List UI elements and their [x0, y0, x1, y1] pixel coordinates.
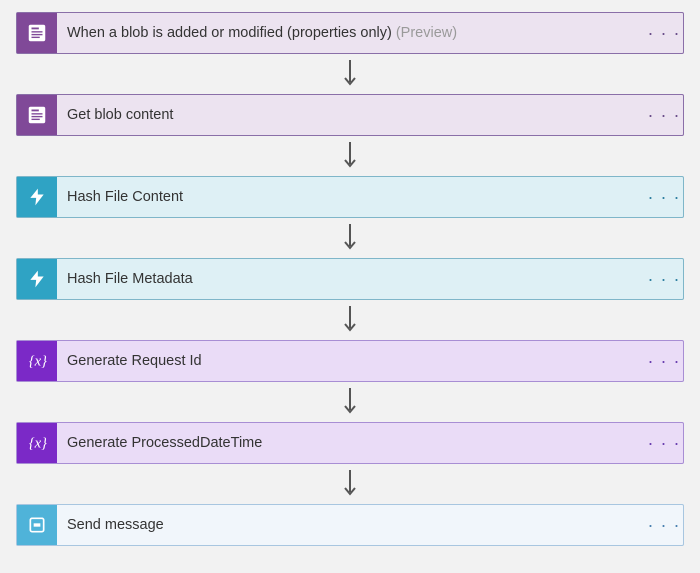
flow-arrow: [342, 300, 358, 340]
bolt-icon: [17, 177, 57, 217]
flow-step-send-message[interactable]: Send message · · ·: [16, 504, 684, 546]
flow-step-hash-metadata[interactable]: Hash File Metadata · · ·: [16, 258, 684, 300]
svg-text:{x}: {x}: [29, 436, 47, 452]
step-menu-button[interactable]: · · ·: [645, 515, 683, 536]
flow-step-get-blob[interactable]: Get blob content · · ·: [16, 94, 684, 136]
step-menu-button[interactable]: · · ·: [645, 351, 683, 372]
step-label: Get blob content: [57, 107, 645, 123]
flow-arrow: [342, 136, 358, 176]
step-menu-button[interactable]: · · ·: [645, 187, 683, 208]
flow-step-trigger[interactable]: When a blob is added or modified (proper…: [16, 12, 684, 54]
flow-arrow: [342, 382, 358, 422]
step-label: Hash File Metadata: [57, 271, 645, 287]
flow-arrow: [342, 54, 358, 94]
step-label: Generate Request Id: [57, 353, 645, 369]
flow-step-gen-request-id[interactable]: {x} Generate Request Id · · ·: [16, 340, 684, 382]
send-icon: [17, 505, 57, 545]
flow-arrow: [342, 464, 358, 504]
step-label: When a blob is added or modified (proper…: [57, 25, 645, 41]
step-label: Hash File Content: [57, 189, 645, 205]
bolt-icon: [17, 259, 57, 299]
variable-icon: {x}: [17, 423, 57, 463]
step-menu-button[interactable]: · · ·: [645, 23, 683, 44]
blob-icon: [17, 95, 57, 135]
step-menu-button[interactable]: · · ·: [645, 433, 683, 454]
flow-container: When a blob is added or modified (proper…: [16, 12, 684, 546]
flow-arrow: [342, 218, 358, 258]
step-menu-button[interactable]: · · ·: [645, 269, 683, 290]
step-label: Generate ProcessedDateTime: [57, 435, 645, 451]
step-label: Send message: [57, 517, 645, 533]
variable-icon: {x}: [17, 341, 57, 381]
flow-step-gen-datetime[interactable]: {x} Generate ProcessedDateTime · · ·: [16, 422, 684, 464]
svg-text:{x}: {x}: [29, 354, 47, 370]
blob-icon: [17, 13, 57, 53]
flow-step-hash-content[interactable]: Hash File Content · · ·: [16, 176, 684, 218]
step-menu-button[interactable]: · · ·: [645, 105, 683, 126]
